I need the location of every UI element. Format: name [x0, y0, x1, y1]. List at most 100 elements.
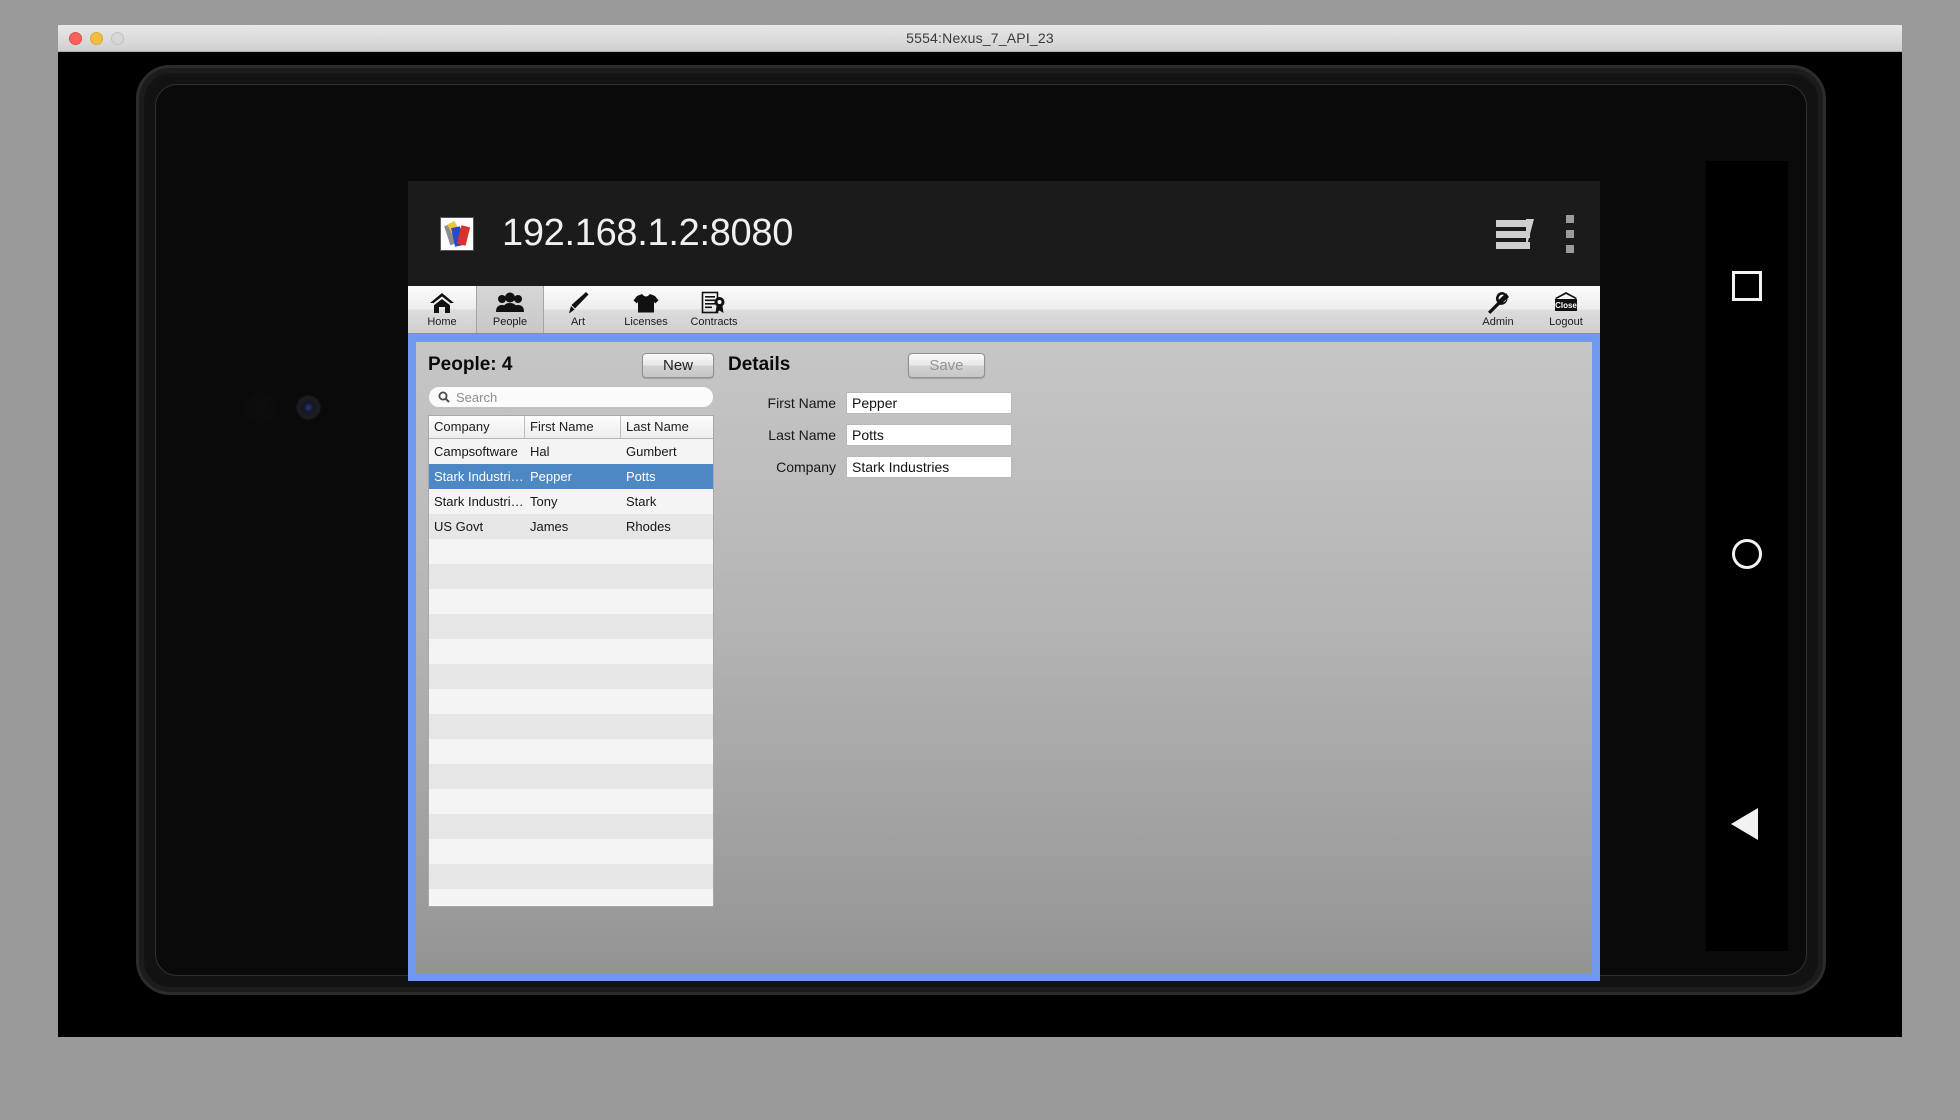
- table-row-empty[interactable]: [429, 664, 713, 689]
- tablet-device-shell: 192.168.1.2:8080 Home People Art License…: [136, 65, 1826, 995]
- toolbar-label-people: People: [492, 316, 528, 328]
- triangle-back-icon: [1731, 808, 1758, 840]
- toolbar-item-contracts[interactable]: Contracts: [680, 286, 748, 333]
- last-name-field[interactable]: [846, 424, 1012, 446]
- toolbar-label-licenses: Licenses: [624, 316, 668, 328]
- column-header-last-name[interactable]: Last Name: [621, 416, 713, 438]
- toolbar-label-home: Home: [427, 316, 457, 328]
- cell-first-name: Tony: [530, 494, 558, 509]
- wrench-icon: [1486, 290, 1510, 316]
- speaker-dot: [244, 391, 278, 425]
- field-row: Last Name: [728, 424, 1580, 446]
- table-row-empty[interactable]: [429, 789, 713, 814]
- table-row[interactable]: Campsoftware Hal Gumbert: [429, 439, 713, 464]
- column-header-first-name[interactable]: First Name: [525, 416, 621, 438]
- cell-company: Campsoftware: [434, 444, 518, 459]
- app-panel: People: 4 New Search Company First Name …: [416, 342, 1592, 973]
- table-row[interactable]: Stark Industri… Pepper Potts: [429, 464, 713, 489]
- field-label: First Name: [767, 395, 836, 411]
- table-row-empty[interactable]: [429, 539, 713, 564]
- details-fields: First Name Last Name Company: [728, 392, 1580, 478]
- app-toolbar: Home People Art Licenses Contracts Admin…: [408, 286, 1600, 334]
- page-title: People: 4: [428, 354, 513, 375]
- toolbar-item-people[interactable]: People: [476, 286, 544, 333]
- cell-last-name: Stark: [626, 494, 657, 509]
- table-row-empty[interactable]: [429, 889, 713, 906]
- toolbar-label-logout: Logout: [1549, 316, 1583, 328]
- field-label: Company: [776, 459, 836, 475]
- search-input[interactable]: Search: [428, 386, 714, 408]
- front-camera-icon: [298, 397, 319, 418]
- column-header-company[interactable]: Company: [429, 416, 525, 438]
- people-table: Company First Name Last Name Campsoftwar…: [428, 415, 714, 907]
- table-row-empty[interactable]: [429, 714, 713, 739]
- toolbar-item-logout[interactable]: Close Logout: [1532, 286, 1600, 333]
- tablet-bezel: 192.168.1.2:8080 Home People Art License…: [155, 84, 1807, 981]
- emulator-window: 5554:Nexus_7_API_23 192.168.1.2:8080 Hom…: [58, 25, 1902, 1037]
- people-list-panel: People: 4 New Search Company First Name …: [428, 352, 714, 963]
- company-field[interactable]: [846, 456, 1012, 478]
- three-dot-menu-icon[interactable]: [1566, 214, 1574, 253]
- close-sign-icon: Close: [1551, 290, 1581, 316]
- circle-icon: [1732, 539, 1762, 569]
- cell-company: Stark Industri…: [434, 494, 524, 509]
- save-button[interactable]: Save: [908, 352, 985, 378]
- table-row-empty[interactable]: [429, 639, 713, 664]
- table-row-empty[interactable]: [429, 764, 713, 789]
- window-title: 5554:Nexus_7_API_23: [906, 30, 1054, 46]
- window-titlebar: 5554:Nexus_7_API_23: [58, 25, 1902, 52]
- browser-address-bar: 192.168.1.2:8080: [408, 181, 1600, 286]
- table-row[interactable]: US Govt James Rhodes: [429, 514, 713, 539]
- square-icon: [1732, 271, 1762, 301]
- people-icon: [496, 290, 524, 316]
- cell-company: US Govt: [434, 519, 484, 534]
- table-row-empty[interactable]: [429, 689, 713, 714]
- toolbar-item-admin[interactable]: Admin: [1464, 286, 1532, 333]
- table-row-empty[interactable]: [429, 814, 713, 839]
- toolbar-label-admin: Admin: [1482, 316, 1514, 328]
- table-row-empty[interactable]: [429, 564, 713, 589]
- url-text[interactable]: 192.168.1.2:8080: [502, 212, 793, 255]
- field-row: First Name: [728, 392, 1580, 414]
- details-panel: Details Save First Name Last Name Company: [714, 352, 1580, 963]
- home-icon: [429, 290, 455, 316]
- contract-seal-icon: [701, 290, 727, 316]
- table-row-empty[interactable]: [429, 589, 713, 614]
- browser-actions: [1496, 214, 1574, 253]
- stacked-tabs-icon[interactable]: [1496, 217, 1536, 251]
- cell-company: Stark Industri…: [434, 469, 524, 484]
- recents-button[interactable]: [1730, 269, 1764, 303]
- table-header-row: Company First Name Last Name: [429, 416, 713, 439]
- cell-first-name: Hal: [530, 444, 550, 459]
- toolbar-label-art: Art: [570, 316, 586, 328]
- search-placeholder: Search: [456, 389, 498, 405]
- paint-palette-icon: [440, 216, 474, 251]
- toolbar-label-contracts: Contracts: [690, 316, 738, 328]
- table-row[interactable]: Stark Industri… Tony Stark: [429, 489, 713, 514]
- android-screen: 192.168.1.2:8080 Home People Art License…: [408, 181, 1600, 981]
- toolbar-right-group: Admin Close Logout: [1464, 286, 1600, 333]
- table-row-empty[interactable]: [429, 864, 713, 889]
- back-button[interactable]: [1730, 805, 1764, 840]
- cell-first-name: James: [530, 519, 569, 534]
- table-row-empty[interactable]: [429, 839, 713, 864]
- home-button[interactable]: [1730, 537, 1764, 571]
- cell-last-name: Rhodes: [626, 519, 671, 534]
- new-button[interactable]: New: [641, 352, 714, 378]
- app-body: People: 4 New Search Company First Name …: [408, 334, 1600, 981]
- details-title: Details: [728, 354, 791, 375]
- toolbar-item-home[interactable]: Home: [408, 286, 476, 333]
- field-row: Company: [728, 456, 1580, 478]
- cell-last-name: Gumbert: [626, 444, 677, 459]
- details-header: Details Save: [728, 352, 1580, 378]
- toolbar-item-art[interactable]: Art: [544, 286, 612, 333]
- toolbar-item-licenses[interactable]: Licenses: [612, 286, 680, 333]
- first-name-field[interactable]: [846, 392, 1012, 414]
- table-row-empty[interactable]: [429, 614, 713, 639]
- paintbrush-icon: [566, 290, 590, 316]
- search-icon: [438, 391, 450, 403]
- table-row-empty[interactable]: [429, 739, 713, 764]
- svg-text:Close: Close: [1555, 301, 1577, 310]
- field-label: Last Name: [768, 427, 836, 443]
- android-navigation-bar: [1706, 161, 1788, 951]
